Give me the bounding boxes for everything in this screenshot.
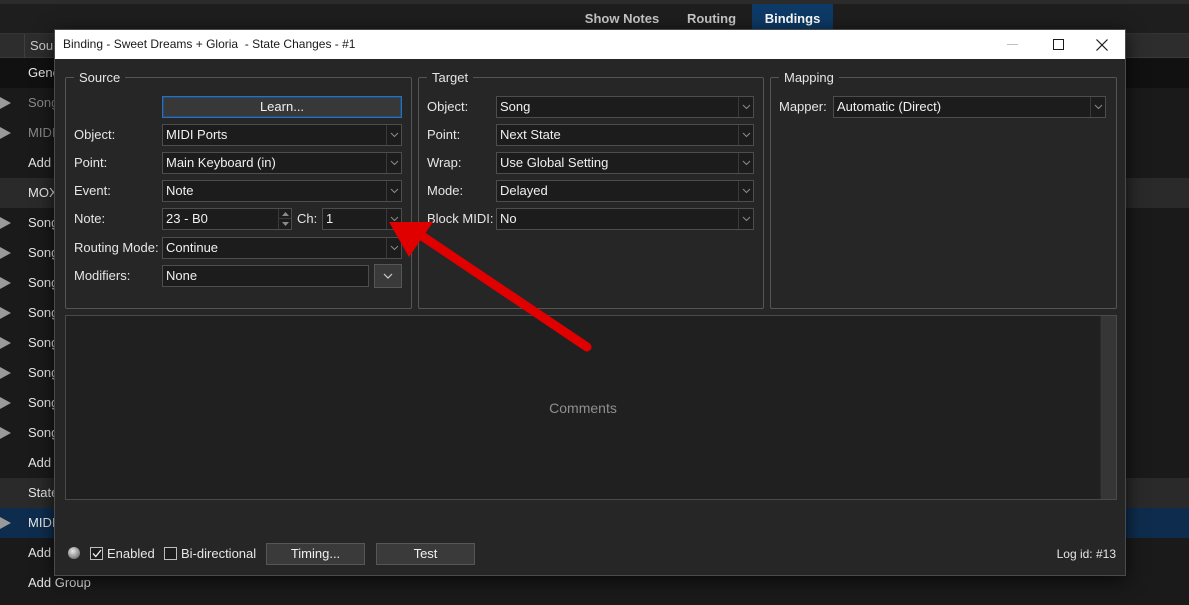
- note-value: 23 - B0: [166, 211, 208, 226]
- comments-placeholder: Comments: [549, 399, 617, 416]
- dialog-titlebar[interactable]: Binding - Sweet Dreams + Gloria - State …: [55, 30, 1125, 59]
- list-item-label: Add: [28, 545, 52, 560]
- target-wrap-value: Use Global Setting: [500, 155, 609, 170]
- source-event-label: Event:: [74, 183, 111, 198]
- comments-textarea[interactable]: Comments: [65, 315, 1117, 500]
- minimize-button[interactable]: [989, 30, 1035, 59]
- source-event-select[interactable]: Note: [162, 180, 402, 202]
- source-object-select[interactable]: MIDI Ports: [162, 124, 402, 146]
- source-object-label: Object:: [74, 127, 116, 142]
- expand-arrow-icon[interactable]: [0, 217, 11, 229]
- chevron-down-icon: [386, 181, 401, 201]
- checkmark-icon: [92, 549, 102, 558]
- target-block-midi-label: Block MIDI:: [427, 211, 494, 226]
- block-midi-value: No: [500, 211, 517, 226]
- list-item-label: MIDI: [28, 515, 56, 530]
- learn-button[interactable]: Learn...: [162, 96, 402, 118]
- expand-arrow-icon[interactable]: [0, 427, 11, 439]
- modifiers-value: None: [166, 268, 198, 283]
- timing-button[interactable]: Timing...: [266, 543, 365, 565]
- source-point-select[interactable]: Main Keyboard (in): [162, 152, 402, 174]
- bidirectional-checkbox[interactable]: [164, 547, 177, 560]
- list-item-label: MIDI: [28, 125, 56, 140]
- expand-arrow-icon[interactable]: [0, 517, 11, 529]
- source-note-label: Note:: [74, 211, 106, 226]
- maximize-button[interactable]: [1035, 30, 1081, 59]
- expand-arrow-icon[interactable]: [0, 247, 11, 259]
- expand-arrow-icon[interactable]: [0, 277, 11, 289]
- target-point-label: Point:: [427, 127, 461, 142]
- target-legend: Target: [432, 70, 469, 85]
- source-modifiers-label: Modifiers:: [74, 268, 131, 283]
- source-point-label: Point:: [74, 155, 108, 170]
- chevron-down-icon: [738, 125, 753, 145]
- maximize-icon: [1052, 39, 1064, 50]
- note-spin-buttons: [278, 209, 291, 229]
- source-object-value: MIDI Ports: [166, 127, 228, 142]
- list-item-label: Add: [28, 155, 52, 170]
- target-mode-select[interactable]: Delayed: [496, 180, 754, 202]
- source-point-value: Main Keyboard (in): [166, 155, 276, 170]
- binding-dialog: Binding - Sweet Dreams + Gloria - State …: [54, 29, 1126, 576]
- mapper-label: Mapper:: [779, 99, 827, 114]
- dialog-title: Binding - Sweet Dreams + Gloria - State …: [63, 37, 356, 51]
- chevron-down-icon: [1090, 97, 1105, 117]
- target-object-select[interactable]: Song: [496, 96, 754, 118]
- expand-arrow-icon[interactable]: [0, 397, 11, 409]
- chevron-down-icon: [383, 273, 393, 279]
- chevron-down-icon: [386, 209, 401, 229]
- target-object-value: Song: [500, 99, 531, 114]
- close-icon: [1096, 38, 1108, 51]
- source-legend: Source: [79, 70, 121, 85]
- chevron-down-icon: [738, 97, 753, 117]
- close-button[interactable]: [1079, 30, 1125, 59]
- bidirectional-label[interactable]: Bi-directional: [181, 543, 256, 565]
- target-wrap-select[interactable]: Use Global Setting: [496, 152, 754, 174]
- source-channel-select[interactable]: 1: [322, 208, 402, 230]
- expand-arrow-icon[interactable]: [0, 367, 11, 379]
- block-midi-select[interactable]: No: [496, 208, 754, 230]
- source-event-value: Note: [166, 183, 194, 198]
- modifiers-field[interactable]: None: [162, 265, 369, 287]
- expand-arrow-icon[interactable]: [0, 337, 11, 349]
- source-channel-value: 1: [326, 211, 334, 226]
- spin-up-icon[interactable]: [279, 209, 291, 219]
- list-header-source[interactable]: Sou: [24, 34, 53, 58]
- chevron-down-icon: [386, 153, 401, 173]
- comments-scrollbar[interactable]: [1100, 316, 1116, 499]
- target-point-select[interactable]: Next State: [496, 124, 754, 146]
- chevron-down-icon: [386, 238, 401, 258]
- chevron-down-icon: [738, 209, 753, 229]
- spin-down-icon[interactable]: [279, 219, 291, 229]
- expand-arrow-icon[interactable]: [0, 307, 11, 319]
- target-wrap-label: Wrap:: [427, 155, 462, 170]
- list-item-label: Add: [28, 455, 52, 470]
- log-id: Log id: #13: [1056, 547, 1116, 561]
- target-mode-label: Mode:: [427, 183, 464, 198]
- mapper-select[interactable]: Automatic (Direct): [833, 96, 1106, 118]
- test-button[interactable]: Test: [376, 543, 475, 565]
- chevron-down-icon: [738, 181, 753, 201]
- target-point-value: Next State: [500, 127, 561, 142]
- modifiers-dropdown-button[interactable]: [374, 264, 402, 288]
- mapping-legend: Mapping: [784, 70, 834, 85]
- expand-arrow-icon[interactable]: [0, 97, 11, 109]
- target-object-label: Object:: [427, 99, 469, 114]
- minimize-icon: [1006, 44, 1018, 45]
- status-led-icon: [68, 547, 80, 559]
- chevron-down-icon: [386, 125, 401, 145]
- target-mode-value: Delayed: [500, 183, 548, 198]
- routing-mode-value: Continue: [166, 240, 219, 255]
- note-stepper[interactable]: 23 - B0: [162, 208, 292, 230]
- source-channel-label: Ch:: [297, 211, 318, 226]
- routing-mode-select[interactable]: Continue: [162, 237, 402, 259]
- source-routing-label: Routing Mode:: [74, 240, 159, 255]
- enabled-checkbox[interactable]: [90, 547, 103, 560]
- enabled-label[interactable]: Enabled: [107, 543, 155, 565]
- chevron-down-icon: [738, 153, 753, 173]
- mapper-value: Automatic (Direct): [837, 99, 942, 114]
- list-item-label: Add Group: [28, 575, 91, 590]
- expand-arrow-icon[interactable]: [0, 127, 11, 139]
